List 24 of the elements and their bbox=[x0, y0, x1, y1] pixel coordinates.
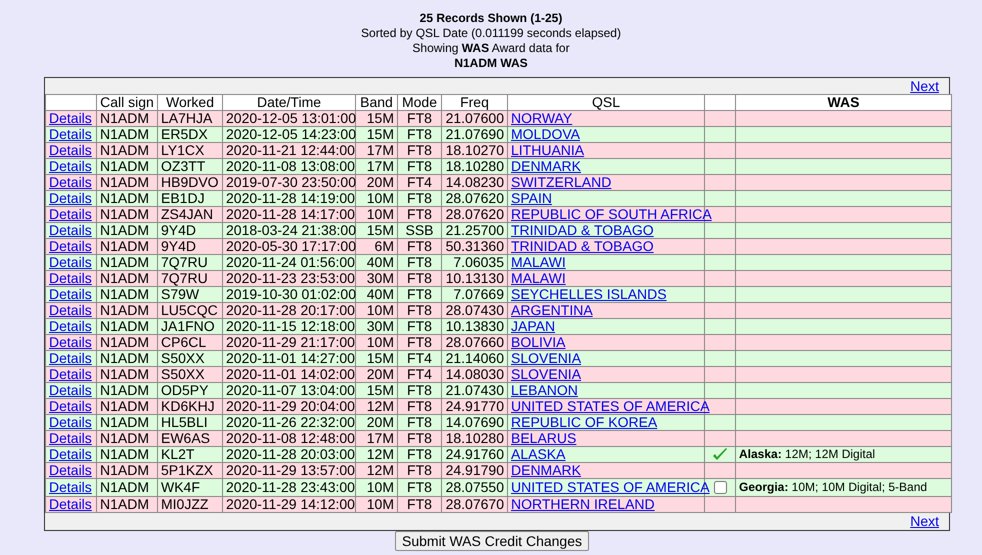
table-cell: 2020-11-29 14:12:00 bbox=[222, 496, 356, 513]
qsl-link[interactable]: UNITED STATES OF AMERICA bbox=[511, 479, 710, 496]
column-header: Freq bbox=[442, 94, 508, 110]
sort-info: Sorted by QSL Date (0.011199 seconds elapsed) bbox=[361, 26, 621, 41]
records-title: 25 Records Shown (1-25) bbox=[420, 11, 562, 26]
submit-button[interactable]: Submit WAS Credit Changes bbox=[395, 531, 589, 552]
table-cell: MI0JZZ bbox=[158, 496, 222, 513]
table-cell: N1ADM bbox=[96, 496, 158, 513]
qsl-link[interactable]: UNITED STATES OF AMERICA bbox=[511, 398, 710, 414]
award-subject: N1ADM WAS bbox=[454, 56, 528, 71]
table-cell: 10M bbox=[356, 496, 398, 513]
column-header: Date/Time bbox=[222, 94, 356, 110]
was-credit-text: Alaska: 12M; 12M Digital bbox=[739, 447, 876, 462]
credit-checkbox[interactable] bbox=[714, 481, 726, 494]
next-link[interactable]: Next bbox=[910, 78, 939, 94]
column-header: Worked bbox=[158, 94, 222, 110]
table-cell: FT8 bbox=[398, 496, 442, 513]
next-link[interactable]: Next bbox=[910, 513, 939, 530]
column-header: WAS bbox=[736, 94, 952, 110]
was-credit-text: Georgia: 10M; 10M Digital; 5-Band bbox=[739, 480, 928, 494]
qsl-link[interactable]: REPUBLIC OF SOUTH AFRICA bbox=[511, 206, 712, 222]
table-cell: 28.07670 bbox=[442, 496, 508, 513]
award-info: Showing WAS Award data for bbox=[412, 41, 570, 56]
column-header: QSL bbox=[508, 94, 704, 110]
